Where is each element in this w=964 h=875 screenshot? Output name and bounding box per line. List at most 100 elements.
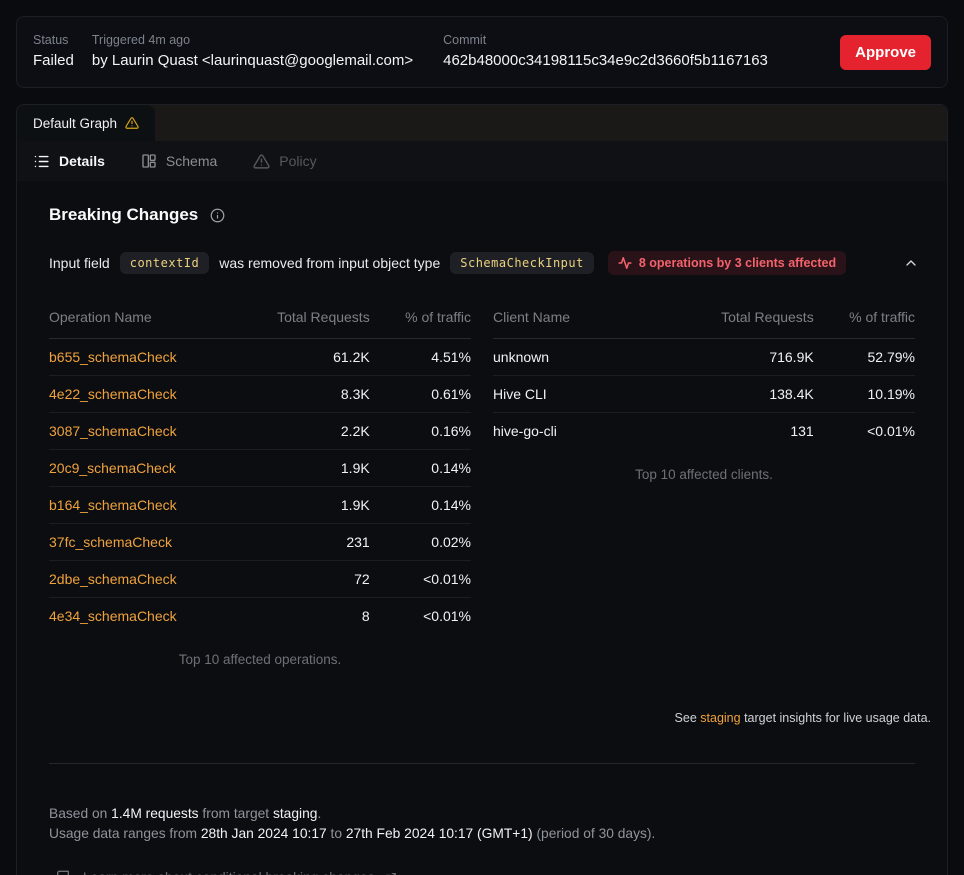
operation-traffic: 0.61%	[370, 376, 471, 413]
operation-link[interactable]: b655_schemaCheck	[49, 349, 177, 365]
type-code-badge: SchemaCheckInput	[450, 252, 594, 274]
clients-caption: Top 10 affected clients.	[493, 449, 915, 492]
change-text-middle: was removed from input object type	[219, 255, 440, 271]
affected-badge-label: 8 operations by 3 clients affected	[639, 256, 836, 270]
operations-header-row: Operation Name Total Requests % of traff…	[49, 297, 471, 339]
client-traffic: 10.19%	[814, 376, 915, 413]
operation-requests: 1.9K	[243, 450, 370, 487]
requests-count: 1.4M requests	[111, 806, 198, 821]
operations-table: Operation Name Total Requests % of traff…	[49, 297, 471, 634]
col-traffic: % of traffic	[370, 297, 471, 339]
commit-label: Commit	[443, 34, 768, 48]
tab-details-label: Details	[59, 153, 105, 169]
list-icon	[33, 153, 50, 170]
clients-table-wrap: Client Name Total Requests % of traffic …	[493, 297, 915, 492]
client-requests: 716.9K	[687, 339, 814, 376]
page-title: Breaking Changes	[49, 205, 198, 225]
tab-details[interactable]: Details	[33, 153, 105, 170]
client-traffic: 52.79%	[814, 339, 915, 376]
breaking-change-row[interactable]: Input field contextId was removed from i…	[49, 251, 931, 275]
operation-link[interactable]: 20c9_schemaCheck	[49, 460, 176, 476]
alert-triangle-icon	[253, 153, 270, 170]
operation-link[interactable]: 37fc_schemaCheck	[49, 534, 172, 550]
operation-traffic: 0.14%	[370, 487, 471, 524]
table-row: unknown 716.9K 52.79%	[493, 339, 915, 376]
usage-footer: Based on 1.4M requests from target stagi…	[49, 804, 931, 875]
col-operation-name: Operation Name	[49, 297, 243, 339]
clients-table: Client Name Total Requests % of traffic …	[493, 297, 915, 449]
external-link-icon	[384, 872, 397, 875]
triggered-label: Triggered 4m ago	[92, 34, 413, 48]
status-value: Failed	[33, 52, 74, 70]
triggered-value: by Laurin Quast <laurinquast@googlemail.…	[92, 52, 413, 70]
field-code-badge: contextId	[120, 252, 210, 274]
table-row: 37fc_schemaCheck 231 0.02%	[49, 524, 471, 561]
table-row: 3087_schemaCheck 2.2K 0.16%	[49, 413, 471, 450]
operation-traffic: <0.01%	[370, 598, 471, 635]
tab-schema-label: Schema	[166, 153, 217, 169]
footer-line-2: Usage data ranges from 28th Jan 2024 10:…	[49, 824, 931, 844]
operation-link[interactable]: 4e22_schemaCheck	[49, 386, 177, 402]
graph-tab-label: Default Graph	[33, 116, 117, 131]
details-content: Breaking Changes Input field contextId w…	[17, 205, 947, 875]
client-name: unknown	[493, 339, 687, 376]
col-traffic: % of traffic	[814, 297, 915, 339]
operation-requests: 8.3K	[243, 376, 370, 413]
table-row: 20c9_schemaCheck 1.9K 0.14%	[49, 450, 471, 487]
operation-requests: 231	[243, 524, 370, 561]
learn-more-link[interactable]: Learn more about conditional breaking ch…	[55, 868, 931, 875]
client-requests: 131	[687, 413, 814, 450]
operation-traffic: 0.02%	[370, 524, 471, 561]
range-end: 27th Feb 2024 10:17 (GMT+1)	[346, 826, 533, 841]
insights-note-post: target insights for live usage data.	[744, 711, 931, 725]
operation-link[interactable]: b164_schemaCheck	[49, 497, 177, 513]
tab-policy-label: Policy	[279, 153, 316, 169]
status-label: Status	[33, 34, 74, 48]
affected-operations-badge[interactable]: 8 operations by 3 clients affected	[608, 251, 846, 275]
footer-divider	[49, 763, 915, 764]
table-row: b164_schemaCheck 1.9K 0.14%	[49, 487, 471, 524]
clients-header-row: Client Name Total Requests % of traffic	[493, 297, 915, 339]
operations-table-body: b655_schemaCheck 61.2K 4.51% 4e22_schema…	[49, 339, 471, 635]
clients-table-body: unknown 716.9K 52.79% Hive CLI 138.4K 10…	[493, 339, 915, 450]
table-row: 4e34_schemaCheck 8 <0.01%	[49, 598, 471, 635]
pulse-icon	[618, 256, 632, 270]
commit-value: 462b48000c34198115c34e9c2d3660f5b1167163	[443, 52, 768, 70]
status-bar: Status Failed Triggered 4m ago by Laurin…	[16, 16, 948, 88]
check-subnav: Details Schema Policy	[17, 141, 947, 181]
tab-schema[interactable]: Schema	[141, 153, 217, 169]
tab-policy[interactable]: Policy	[253, 153, 316, 170]
client-name: hive-go-cli	[493, 413, 687, 450]
tab-default-graph[interactable]: Default Graph	[17, 105, 155, 141]
insights-note: See staging target insights for live usa…	[33, 711, 931, 725]
operation-requests: 1.9K	[243, 487, 370, 524]
book-icon	[55, 870, 71, 875]
client-requests: 138.4K	[687, 376, 814, 413]
col-client-name: Client Name	[493, 297, 687, 339]
operation-link[interactable]: 4e34_schemaCheck	[49, 608, 177, 624]
triggered-group: Triggered 4m ago by Laurin Quast <laurin…	[92, 34, 413, 70]
operation-traffic: 0.14%	[370, 450, 471, 487]
table-row: 2dbe_schemaCheck 72 <0.01%	[49, 561, 471, 598]
change-text-prefix: Input field	[49, 255, 110, 271]
columns-icon	[141, 153, 157, 169]
breaking-changes-heading: Breaking Changes	[49, 205, 931, 225]
col-total-requests: Total Requests	[687, 297, 814, 339]
operation-requests: 61.2K	[243, 339, 370, 376]
usage-tables: Operation Name Total Requests % of traff…	[49, 297, 915, 677]
check-panel: Default Graph Details Schema Policy	[16, 104, 948, 875]
chevron-up-icon[interactable]	[903, 255, 919, 271]
operation-requests: 2.2K	[243, 413, 370, 450]
operation-requests: 8	[243, 598, 370, 635]
approve-button[interactable]: Approve	[840, 35, 931, 70]
operation-link[interactable]: 3087_schemaCheck	[49, 423, 177, 439]
range-start: 28th Jan 2024 10:17	[201, 826, 327, 841]
staging-target-link[interactable]: staging	[700, 711, 740, 725]
operation-link[interactable]: 2dbe_schemaCheck	[49, 571, 177, 587]
operations-table-wrap: Operation Name Total Requests % of traff…	[49, 297, 471, 677]
table-row: hive-go-cli 131 <0.01%	[493, 413, 915, 450]
operation-requests: 72	[243, 561, 370, 598]
client-name: Hive CLI	[493, 376, 687, 413]
col-total-requests: Total Requests	[243, 297, 370, 339]
info-icon[interactable]	[210, 208, 225, 223]
